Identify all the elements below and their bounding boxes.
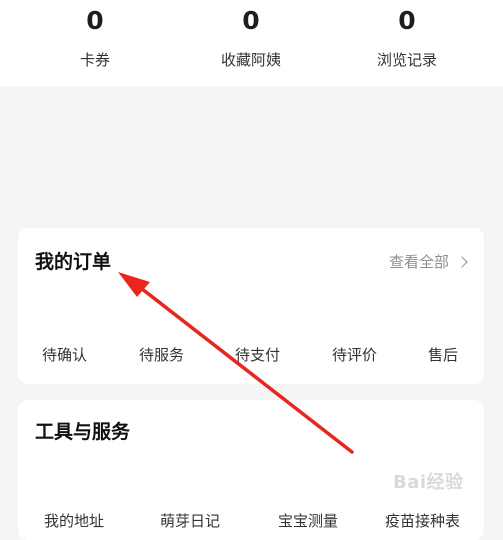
stat-coupons-label: 卡券 [79, 51, 110, 69]
my-orders-card: 我的订单 查看全部 待确认 待服务 待支付 待评价 售后 [18, 228, 484, 384]
stat-coupons[interactable]: 0 卡券 [25, 0, 165, 70]
order-pending-service[interactable]: 待服务 [139, 344, 184, 366]
order-pending-review[interactable]: 待评价 [332, 344, 377, 366]
stats-bar: 0 卡券 0 收藏阿姨 0 浏览记录 [0, 0, 503, 86]
baidu-jingyan-watermark: Bai经验 [393, 466, 491, 502]
stat-favorites-value: 0 [242, 6, 260, 35]
stat-history-label: 浏览记录 [376, 51, 437, 69]
tool-baby-measure[interactable]: 宝宝测量 [278, 510, 338, 532]
stat-favorites-label: 收藏阿姨 [220, 51, 281, 69]
tool-vaccine-schedule[interactable]: 疫苗接种表 [385, 510, 460, 532]
tool-sprout-diary[interactable]: 萌芽日记 [160, 510, 220, 532]
view-all-orders-link[interactable]: 查看全部 [388, 249, 468, 275]
tool-my-address[interactable]: 我的地址 [44, 510, 104, 532]
stat-history-value: 0 [398, 6, 416, 35]
stat-favorites[interactable]: 0 收藏阿姨 [181, 0, 321, 70]
order-after-sales[interactable]: 售后 [428, 344, 458, 366]
my-orders-title: 我的订单 [35, 251, 112, 273]
order-pending-payment[interactable]: 待支付 [235, 344, 280, 366]
chevron-right-icon [456, 256, 468, 268]
order-pending-confirm[interactable]: 待确认 [42, 344, 87, 366]
stat-history[interactable]: 0 浏览记录 [337, 0, 477, 70]
watermark-text: Bai经验 [393, 472, 464, 493]
view-all-label: 查看全部 [388, 253, 449, 271]
stat-coupons-value: 0 [86, 6, 104, 35]
tools-services-title: 工具与服务 [35, 421, 131, 443]
